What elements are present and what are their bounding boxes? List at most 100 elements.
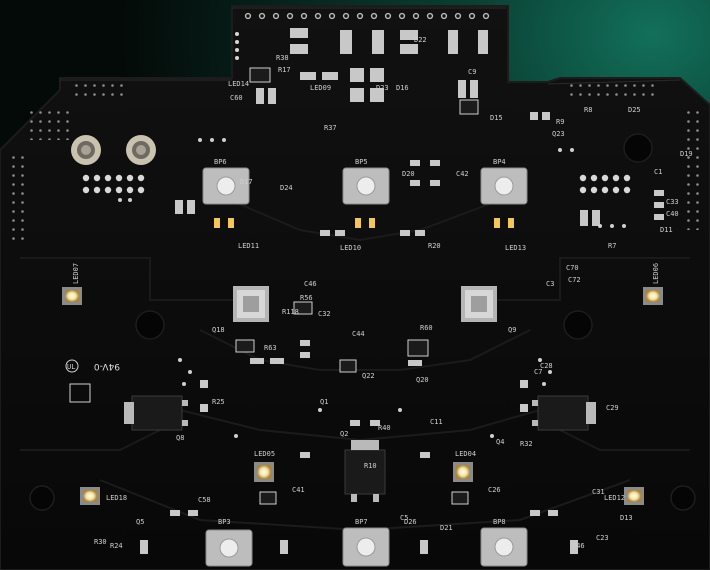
silk-passive-46: D20 <box>402 170 415 178</box>
via-field-left-upper <box>30 110 70 140</box>
led-06 <box>643 287 663 305</box>
silk-bp5: BP5 <box>355 158 368 166</box>
silk-passive-28: C31 <box>592 488 605 496</box>
silk-passive-30: C33 <box>666 198 679 206</box>
silk-bp4: BP4 <box>493 158 506 166</box>
silk-passive-34: C44 <box>352 330 365 338</box>
mounting-hole-left <box>71 135 101 165</box>
silk-passive-17: R8 <box>584 106 592 114</box>
silk-passive-5: R60 <box>420 324 433 332</box>
silk-passive-14: R7 <box>608 242 616 250</box>
push-button-bp5 <box>342 167 390 205</box>
silk-passive-49: D23 <box>376 84 389 92</box>
silk-q20: Q20 <box>416 376 429 384</box>
silk-94v0: 94V-0 <box>94 361 120 371</box>
silk-passive-2: R56 <box>300 294 313 302</box>
silk-passive-12: R46 <box>572 542 585 550</box>
silk-q22: Q22 <box>362 372 375 380</box>
silk-passive-10: R24 <box>110 542 123 550</box>
silk-passive-16: R10 <box>364 462 377 470</box>
svg-text:UL: UL <box>67 363 75 371</box>
silk-passive-3: R63 <box>264 344 277 352</box>
silk-led09: LED09 <box>310 84 331 92</box>
silk-bp6: BP6 <box>214 158 227 166</box>
silk-bp3: BP3 <box>218 518 231 526</box>
led-07 <box>62 287 82 305</box>
silk-passive-38: C70 <box>566 264 579 272</box>
via-field-right <box>684 110 704 230</box>
silk-passive-31: C40 <box>666 210 679 218</box>
silk-passive-18: C1 <box>654 168 662 176</box>
silk-passive-32: C41 <box>292 486 305 494</box>
silk-passive-7: R25 <box>212 398 225 406</box>
silk-passive-35: C46 <box>304 280 317 288</box>
push-button-bp4 <box>480 167 528 205</box>
led-04 <box>453 462 473 482</box>
silk-led14: LED14 <box>228 80 249 88</box>
silk-led06: LED06 <box>652 263 660 284</box>
silk-passive-47: D21 <box>440 524 453 532</box>
push-button-bp8 <box>480 527 528 567</box>
silk-passive-40: D11 <box>660 226 673 234</box>
silk-passive-33: C42 <box>456 170 469 178</box>
push-button-bp6 <box>202 167 250 205</box>
silk-passive-13: R17 <box>278 66 291 74</box>
silk-led11: LED11 <box>238 242 259 250</box>
silk-q8: Q8 <box>176 434 184 442</box>
led-18 <box>80 487 100 505</box>
silk-q9: Q9 <box>508 326 516 334</box>
silk-passive-15: R9 <box>556 118 564 126</box>
silk-q23: Q23 <box>552 130 565 138</box>
silk-passive-39: C72 <box>568 276 581 284</box>
silk-passive-48: D22 <box>414 36 427 44</box>
silk-led18: LED18 <box>106 494 127 502</box>
silk-passive-25: C26 <box>488 486 501 494</box>
silk-q18: Q18 <box>212 326 225 334</box>
silk-passive-51: D25 <box>628 106 641 114</box>
silk-passive-52: D26 <box>404 518 417 526</box>
silk-q4: Q4 <box>496 438 504 446</box>
silk-led05: LED05 <box>254 450 275 458</box>
silk-led10: LED10 <box>340 244 361 252</box>
silk-passive-36: C58 <box>198 496 211 504</box>
pcb-photo: BP6 BP5 BP4 BP3 BP7 BP8 LED07 LED06 LED0… <box>0 0 710 570</box>
silk-passive-29: C32 <box>318 310 331 318</box>
via-field-left <box>8 150 26 245</box>
silk-passive-22: C9 <box>468 68 476 76</box>
silk-passive-27: C29 <box>606 404 619 412</box>
silk-passive-23: C11 <box>430 418 443 426</box>
silk-passive-6: R20 <box>428 242 441 250</box>
silk-passive-45: D19 <box>680 150 693 158</box>
sensor-pad-right <box>461 286 497 322</box>
silk-passive-26: C28 <box>540 362 553 370</box>
silk-q1: Q1 <box>320 398 328 406</box>
silk-passive-1: R37 <box>324 124 337 132</box>
mosfet-center <box>344 440 386 502</box>
silk-passive-37: C60 <box>230 94 243 102</box>
silk-passive-24: C23 <box>596 534 609 542</box>
silk-bp8: BP8 <box>493 518 506 526</box>
push-button-bp3 <box>205 529 253 567</box>
silk-q2: Q2 <box>340 430 348 438</box>
silk-led07: LED07 <box>72 263 80 284</box>
mounting-hole-right <box>126 135 156 165</box>
silk-passive-19: C3 <box>546 280 554 288</box>
silk-passive-8: R40 <box>378 424 391 432</box>
mosfet-left <box>124 395 188 431</box>
via-field-top-left <box>72 82 127 100</box>
led-12 <box>624 487 644 505</box>
silk-passive-11: R30 <box>94 538 107 546</box>
silk-passive-9: R32 <box>520 440 533 448</box>
via-field-top-right <box>565 82 655 100</box>
silk-passive-50: D24 <box>280 184 293 192</box>
led-05 <box>254 462 274 482</box>
silk-passive-43: D16 <box>396 84 409 92</box>
silk-passive-42: D15 <box>490 114 503 122</box>
silk-led13: LED13 <box>505 244 526 252</box>
silk-passive-41: D13 <box>620 514 633 522</box>
silk-passive-44: D17 <box>240 178 253 186</box>
silk-led12: LED12 <box>604 494 625 502</box>
silk-led04: LED04 <box>455 450 476 458</box>
silk-passive-0: R38 <box>276 54 289 62</box>
silk-bp7: BP7 <box>355 518 368 526</box>
